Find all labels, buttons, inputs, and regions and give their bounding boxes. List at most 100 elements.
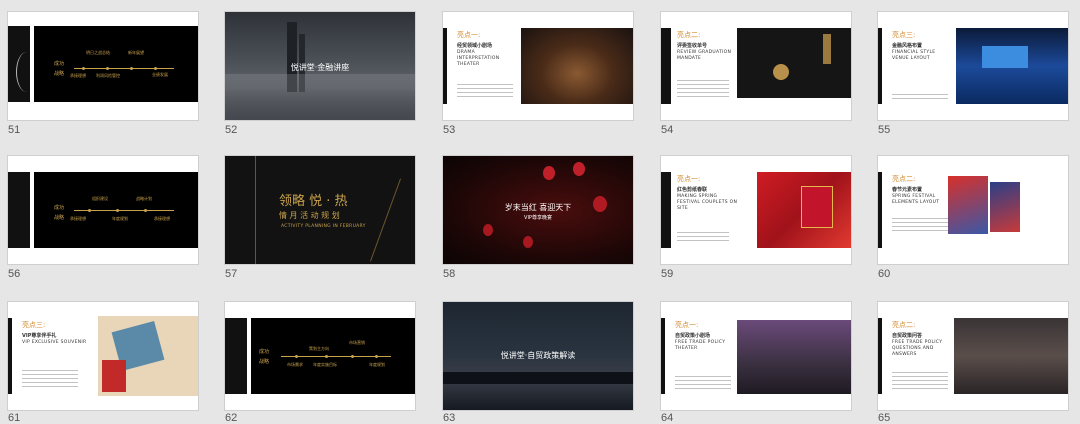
label-1: 战略 [54, 215, 65, 221]
highlight-heading: 亮点二: [677, 31, 701, 39]
timeline-dot [88, 209, 91, 212]
timeline-dot [130, 67, 133, 70]
lantern-icon [543, 166, 555, 180]
timeline-dot [106, 67, 109, 70]
slide-number: 60 [878, 268, 891, 280]
slide-side-bar [878, 28, 882, 104]
slide-number: 61 [8, 412, 21, 424]
timeline-dot [154, 67, 157, 70]
slide-thumbnail-54[interactable]: 亮点二: 评委签收单号 REVIEW GRADUATION MANDATE [661, 12, 851, 120]
highlight-heading: 亮点三: [892, 31, 916, 39]
label-5: 市场需求 [287, 362, 303, 367]
timeline-dot [351, 355, 354, 358]
slide-number: 65 [878, 412, 891, 424]
label-0: 成功 [54, 205, 65, 211]
highlight-heading: 亮点三: [22, 321, 46, 329]
slide-thumbnail-62[interactable]: 成功 战略 策划主方向 年度实施目标 市场营销 市场需求 年度规划 [225, 302, 415, 410]
timeline-dot [375, 355, 378, 358]
slide-number: 52 [225, 124, 238, 136]
wax-seal-photo [737, 28, 851, 98]
lantern-icon [573, 162, 585, 176]
highlight-subtitle: 红色剪纸春联 [677, 187, 708, 193]
slide-thumbnail-52[interactable]: 悦讲堂·金融讲座 [225, 12, 415, 120]
highlight-heading: 亮点一: [457, 31, 481, 39]
slide-title-main: 领略 悦 · 热 [279, 194, 348, 209]
label-3: 新年展望 [128, 50, 144, 55]
label-5: 利润风险管控 [96, 73, 120, 78]
slide-thumbnail-63[interactable]: 悦讲堂·自贸政策解读 [443, 302, 633, 410]
label-2: 策划主方向 [309, 346, 329, 351]
slide-thumbnail-65[interactable]: 亮点二: 自贸政策问答 FREE TRADE POLICY QUESTIONS … [878, 302, 1068, 410]
couplet-paper [801, 186, 833, 228]
label-6: 年度规划 [369, 362, 385, 367]
stage-photo [737, 320, 851, 394]
highlight-heading: 亮点二: [892, 175, 916, 183]
label-0: 成功 [259, 349, 270, 355]
slide-thumbnail-58[interactable]: 岁末当红 喜迎天下 VIP尊享晚宴 [443, 156, 633, 264]
label-5: 年度规划 [112, 216, 128, 221]
highlight-en: MAKING SPRING FESTIVAL COUPLETS ON SITE [677, 194, 738, 211]
slide-thumbnail-53[interactable]: 亮点一: 经贸领域小剧场 DRAMA INTERPRETATION THEATE… [443, 12, 633, 120]
slide-side-bar [443, 28, 447, 104]
gold-line-decoration [369, 178, 402, 262]
highlight-subtitle: 自贸政策小剧场 [675, 333, 711, 339]
slide-thumbnail-55[interactable]: 亮点三: 金融风格布置 FINANCIAL STYLE VENUE LAYOUT [878, 12, 1068, 120]
audience-photo [954, 318, 1068, 394]
highlight-en: SPRING FESTIVAL ELEMENTS LAYOUT [892, 194, 940, 205]
timeline-dot [116, 209, 119, 212]
cloud-layer [225, 74, 415, 120]
body-text-lines [677, 80, 729, 98]
slide-thumbnail-59[interactable]: 亮点一: 红色剪纸春联 MAKING SPRING FESTIVAL COUPL… [661, 156, 851, 264]
label-1: 战略 [259, 359, 270, 365]
highlight-heading: 亮点二: [892, 321, 916, 329]
label-1: 战略 [54, 71, 65, 77]
slide-title: 悦讲堂·金融讲座 [290, 63, 350, 72]
label-3: 承接理想 [70, 216, 86, 221]
timeline-dot [325, 355, 328, 358]
wax-seal-icon [773, 64, 789, 80]
body-text-lines [457, 84, 513, 100]
slide-side-bar [878, 318, 882, 394]
slide-side-bar [661, 318, 665, 394]
highlight-en: FREE TRADE POLICY QUESTIONS AND ANSWERS [892, 340, 943, 357]
timeline-dot [82, 67, 85, 70]
slide-number: 51 [8, 124, 21, 136]
highlight-heading: 亮点一: [677, 175, 701, 183]
label-0: 成功 [54, 61, 65, 67]
label-6: 承接理想 [154, 216, 170, 221]
festival-poster-image [948, 176, 988, 234]
slide-number: 64 [661, 412, 674, 424]
highlight-subtitle: 经贸领域小剧场 [457, 43, 493, 49]
label-3: 年度实施目标 [313, 362, 337, 367]
seal-stamp-icon [823, 34, 831, 64]
slide-thumbnail-57[interactable]: 领略 悦 · 热 情 月 活 动 规 划 ACTIVITY PLANNING I… [225, 156, 415, 264]
slide-number: 54 [661, 124, 674, 136]
stage-photo [521, 28, 633, 104]
slide-thumbnail-60[interactable]: 亮点二: 春节元素布置 SPRING FESTIVAL ELEMENTS LAY… [878, 156, 1068, 264]
slide-number: 63 [443, 412, 456, 424]
slide-number: 59 [661, 268, 674, 280]
slide-thumbnail-61[interactable]: 亮点三: VIP尊享伴手礼 VIP EXCLUSIVE SOUVENIR [8, 302, 198, 410]
body-text-lines [892, 94, 948, 102]
body-text-lines [677, 232, 729, 244]
gift-bag-image [102, 360, 126, 392]
body-text-lines [22, 370, 78, 390]
body-text-lines [892, 218, 948, 234]
timeline-line [74, 68, 174, 69]
timeline-dot [295, 355, 298, 358]
lantern-icon [483, 224, 493, 236]
screen-image [982, 46, 1028, 68]
swoosh-decoration [16, 52, 37, 92]
slide-thumbnail-64[interactable]: 亮点一: 自贸政策小剧场 FREE TRADE POLICY THEATER [661, 302, 851, 410]
body-text-lines [675, 376, 731, 390]
slide-title-en: ACTIVITY PLANNING IN FEBRUARY [281, 224, 366, 229]
slide-thumbnail-51[interactable]: 成功 战略 明日之战总结 新年展望 承接理想 利润风险管控 业绩发展 [8, 12, 198, 120]
skyline-image [443, 372, 633, 384]
festival-poster-image [990, 182, 1020, 232]
slide-thumbnail-56[interactable]: 成功 战略 组织建设 承接理想 战略计划 年度规划 承接理想 [8, 156, 198, 264]
slide-side-bar [8, 172, 30, 248]
slide-side-bar [661, 28, 671, 104]
highlight-en: REVIEW GRADUATION MANDATE [677, 50, 732, 61]
slide-number: 57 [225, 268, 238, 280]
slide-side-bar [8, 318, 12, 394]
